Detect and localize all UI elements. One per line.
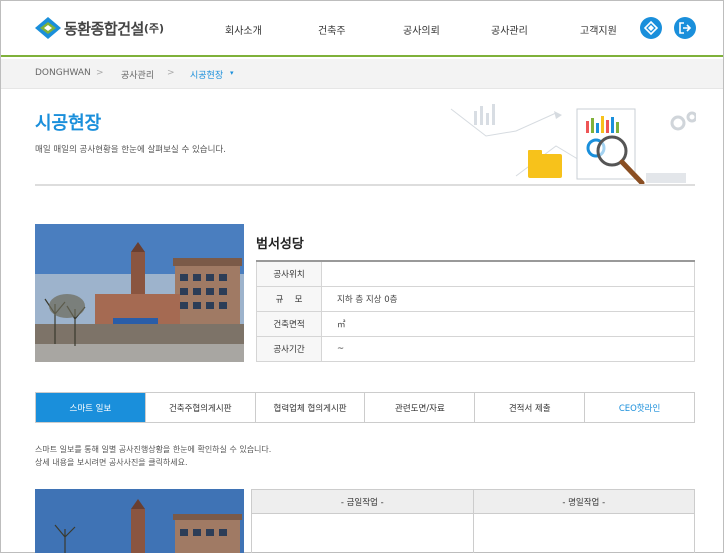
breadcrumb-home[interactable]: DONGHWAN: [35, 68, 91, 78]
table-row: 공사기간 ~: [256, 335, 695, 362]
info-value: ㎡: [321, 310, 695, 337]
breadcrumb-current[interactable]: 시공현장: [190, 68, 223, 81]
nav-request[interactable]: 공사의뢰: [403, 22, 440, 37]
title-divider: [35, 184, 695, 186]
chevron-down-icon[interactable]: ▾: [230, 69, 234, 77]
church-photo: [35, 489, 244, 553]
info-value: [321, 260, 695, 287]
logo[interactable]: 동환종합건설 (주): [35, 17, 164, 39]
logo-mark-icon: [644, 21, 658, 35]
table-row: 건축면적 ㎡: [256, 310, 695, 337]
info-label: 규 모: [256, 285, 322, 312]
site-header: 동환종합건설 (주) 회사소개 건축주 공사의뢰 공사관리 고객지원: [1, 1, 723, 57]
daily-work-table: - 금일작업 - - 명일작업 -: [251, 489, 695, 553]
logout-icon: [679, 22, 692, 34]
breadcrumb-separator: >: [167, 68, 175, 78]
church-photo: [35, 224, 244, 362]
logo-suffix: (주): [143, 22, 164, 35]
today-work-cell: [251, 513, 474, 553]
site-name: 범서성당: [256, 237, 304, 252]
table-row: [251, 513, 695, 553]
tab-owner-board[interactable]: 건축주협의게시판: [144, 393, 255, 422]
tab-ceo-hotline[interactable]: CEO핫라인: [584, 393, 694, 422]
analytics-illustration: [450, 104, 696, 186]
nav-management[interactable]: 공사관리: [491, 22, 528, 37]
info-text: 스마트 일보를 통해 일별 공사진행상황을 한눈에 확인하실 수 있습니다.: [35, 445, 272, 454]
table-row: - 금일작업 - - 명일작업 -: [251, 489, 695, 514]
logo-text: 동환종합건설: [64, 19, 144, 38]
info-label: 건축면적: [256, 310, 322, 337]
info-value: ~: [321, 335, 695, 362]
nav-owner[interactable]: 건축주: [318, 22, 346, 37]
logo-icon: [35, 17, 61, 39]
home-button[interactable]: [640, 17, 662, 39]
logout-button[interactable]: [674, 17, 696, 39]
info-value: 지하 층 지상 0층: [321, 285, 695, 312]
tab-estimate[interactable]: 견적서 제출: [474, 393, 584, 422]
site-photo[interactable]: [35, 224, 244, 362]
page-description: 매일 매일의 공사현황을 한눈에 살펴보실 수 있습니다.: [35, 145, 226, 155]
nav-support[interactable]: 고객지원: [580, 22, 617, 37]
column-header-today: - 금일작업 -: [251, 489, 474, 514]
info-label: 공사기간: [256, 335, 322, 362]
breadcrumb: DONGHWAN > 공사관리 > 시공현장 ▾: [1, 59, 723, 89]
nav-company[interactable]: 회사소개: [225, 22, 262, 37]
page-title: 시공현장: [35, 113, 102, 134]
breadcrumb-separator: >: [96, 68, 104, 78]
table-row: 규 모 지하 층 지상 0층: [256, 285, 695, 312]
site-info-table: 공사위치 규 모 지하 층 지상 0층 건축면적 ㎡ 공사기간 ~: [256, 260, 695, 362]
section-tabs: 스마트 일보 건축주협의게시판 협력업체 협의게시판 관련도면/자료 견적서 제…: [35, 392, 695, 423]
info-text: 상세 내용을 보시려면 공사사진을 클릭하세요.: [35, 458, 188, 467]
table-row: 공사위치: [256, 260, 695, 287]
report-photo[interactable]: [35, 489, 244, 553]
column-header-tomorrow: - 명일작업 -: [472, 489, 695, 514]
breadcrumb-level1[interactable]: 공사관리: [121, 68, 154, 81]
info-label: 공사위치: [256, 260, 322, 287]
tab-drawings[interactable]: 관련도면/자료: [364, 393, 474, 422]
tomorrow-work-cell: [472, 513, 695, 553]
tab-smart-report[interactable]: 스마트 일보: [36, 393, 145, 422]
tab-partner-board[interactable]: 협력업체 협의게시판: [254, 393, 365, 422]
